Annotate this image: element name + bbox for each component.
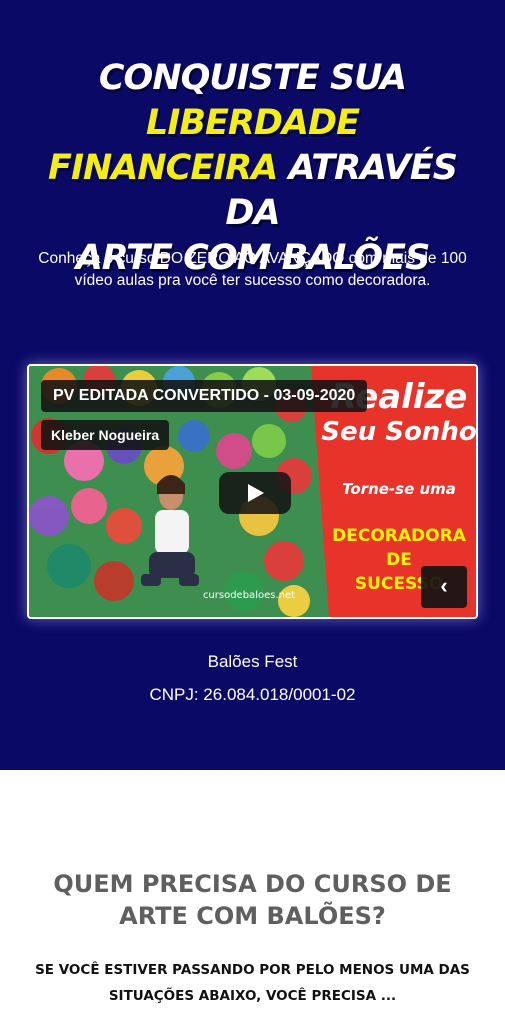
thumb-title-3: Torne-se uma (342, 480, 456, 498)
brand-name: Balões Fest (207, 652, 298, 671)
thumb-title-5: DE (386, 550, 412, 570)
company-cnpj: CNPJ: 26.084.018/0001-02 (149, 685, 356, 704)
headline-highlight: LIBERDADE (146, 103, 360, 143)
thumb-title-2: Seu Sonho (321, 417, 476, 447)
headline-highlight: FINANCEIRA (48, 148, 278, 188)
section-subtitle: SE VOCÊ ESTIVER PASSANDO POR PELO MENOS … (35, 962, 470, 1004)
section-title: QUEM PRECISA DO CURSO DE ARTE COM BALÕES… (53, 870, 452, 930)
thumb-watermark: cursodebaloes.net (203, 590, 295, 601)
video-player[interactable]: Realize Seu Sonho Torne-se uma DECORADOR… (27, 364, 478, 619)
hero-subtitle: Conheça o curso DO ZERO AO AVANÇADO com … (38, 250, 467, 289)
play-icon (248, 484, 264, 502)
thumb-title-4: DECORADORA (332, 526, 467, 546)
video-title[interactable]: PV EDITADA CONVERTIDO - 03-09-2020 (41, 380, 368, 412)
play-button[interactable] (219, 472, 291, 514)
video-author[interactable]: Kleber Nogueira (41, 420, 170, 450)
chevron-left-icon[interactable]: ‹ (421, 566, 467, 608)
